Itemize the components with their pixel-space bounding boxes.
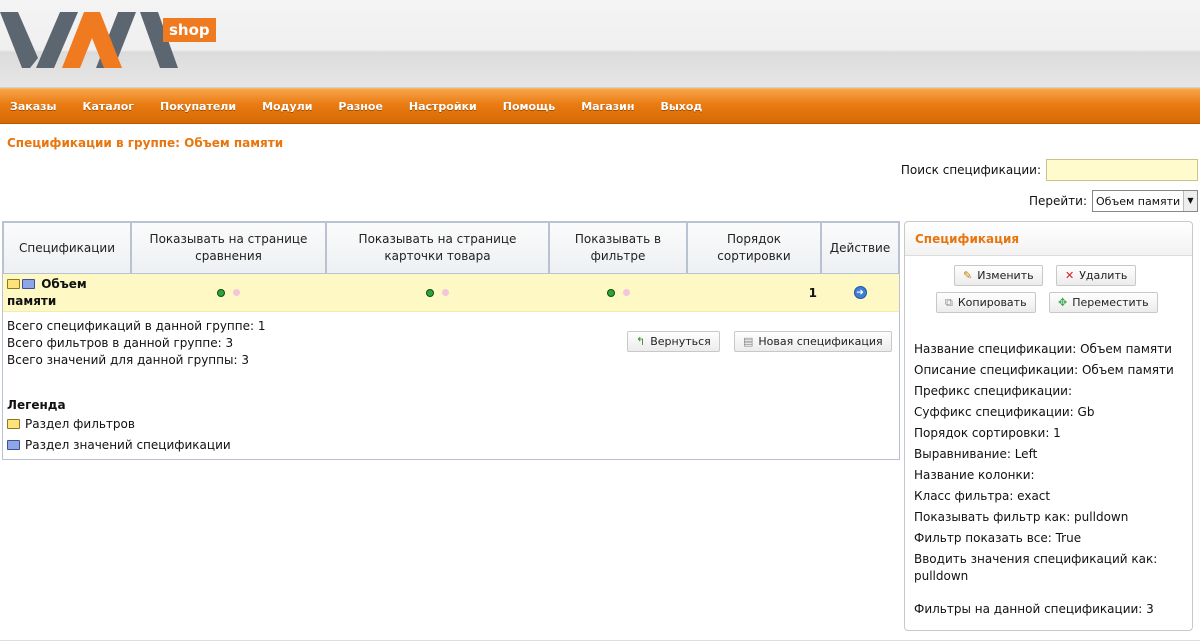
table-row[interactable]: Объем памяти 1 ➜ <box>3 274 899 312</box>
delete-icon: ✕ <box>1065 269 1075 282</box>
delete-button-label: Удалить <box>1079 269 1128 282</box>
back-button-label: Вернуться <box>650 335 711 348</box>
totals: Всего спецификаций в данной группе: 1 Вс… <box>7 318 265 369</box>
legend-item-filters: Раздел фильтров <box>7 417 135 431</box>
return-arrow-icon: ↰ <box>636 335 646 348</box>
nav-misc[interactable]: Разное <box>338 100 383 113</box>
col-sort[interactable]: Порядок сортировки <box>687 222 821 274</box>
edit-button[interactable]: ✎ Изменить <box>954 265 1043 286</box>
move-button-label: Переместить <box>1072 296 1149 309</box>
legend-item-values: Раздел значений спецификации <box>7 438 231 452</box>
detail-suffix: Суффикс спецификации: Gb <box>914 405 1095 419</box>
detail-description: Описание спецификации: Объем памяти <box>914 363 1174 377</box>
specs-table-box: Спецификации Показывать на странице срав… <box>2 221 900 460</box>
col-filter[interactable]: Показывать в фильтре <box>549 222 687 274</box>
folder-icon <box>7 278 20 289</box>
spec-details: Название спецификации: Объем памяти Опис… <box>914 339 1184 585</box>
spec-filters-count: Фильтры на данной спецификации: 3 <box>914 602 1154 616</box>
goto-row: Перейти: Объем памяти ▼ <box>1029 190 1198 212</box>
status-on-icon[interactable] <box>606 288 615 297</box>
document-icon: ▤ <box>743 335 754 348</box>
total-filters: Всего фильтров в данной группе: 3 <box>7 336 234 350</box>
goto-selected-value: Объем памяти <box>1096 194 1181 208</box>
divider <box>0 640 1200 641</box>
table-header: Спецификации Показывать на странице срав… <box>3 222 899 274</box>
detail-filter-class: Класс фильтра: exact <box>914 489 1051 503</box>
status-off-icon[interactable] <box>442 289 449 296</box>
search-input[interactable] <box>1046 159 1198 181</box>
col-product-card[interactable]: Показывать на странице карточки товара <box>326 222 549 274</box>
back-button[interactable]: ↰ Вернуться <box>627 331 720 352</box>
nav-shop[interactable]: Магазин <box>581 100 634 113</box>
folder-blue-icon <box>7 440 20 450</box>
header: shop <box>0 0 1200 88</box>
compare-status[interactable] <box>131 274 326 311</box>
detail-column: Название колонки: <box>914 468 1035 482</box>
detail-input-mode: Вводить значения спецификаций как: pulld… <box>914 552 1158 583</box>
nav-catalog[interactable]: Каталог <box>82 100 134 113</box>
move-button[interactable]: ✥ Переместить <box>1049 292 1158 313</box>
total-specs: Всего спецификаций в данной группе: 1 <box>7 319 266 333</box>
main-nav: Заказы Каталог Покупатели Модули Разное … <box>0 88 1200 124</box>
copy-button[interactable]: ⧉ Копировать <box>936 292 1036 313</box>
copy-icon: ⧉ <box>945 295 953 309</box>
folder-icon <box>7 419 20 429</box>
nav-modules[interactable]: Модули <box>262 100 312 113</box>
delete-button[interactable]: ✕ Удалить <box>1056 265 1137 286</box>
legend-title: Легенда <box>7 398 66 412</box>
goto-select[interactable]: Объем памяти ▼ <box>1092 190 1198 212</box>
spec-name-cell[interactable]: Объем памяти <box>3 274 131 311</box>
status-off-icon[interactable] <box>233 289 240 296</box>
status-on-icon[interactable] <box>426 288 434 297</box>
edit-button-label: Изменить <box>977 269 1034 282</box>
edit-icon: ✎ <box>963 269 973 282</box>
detail-filter-display: Показывать фильтр как: pulldown <box>914 510 1129 524</box>
nav-help[interactable]: Помощь <box>503 100 555 113</box>
info-arrow-icon[interactable]: ➜ <box>853 286 867 299</box>
search-label: Поиск спецификации: <box>900 163 1041 177</box>
new-spec-button-label: Новая спецификация <box>758 335 883 348</box>
nav-customers[interactable]: Покупатели <box>160 100 236 113</box>
action-cell: ➜ <box>821 274 899 311</box>
col-compare[interactable]: Показывать на странице сравнения <box>131 222 326 274</box>
status-on-icon[interactable] <box>217 288 225 297</box>
folder-blue-icon <box>22 278 35 289</box>
spec-panel: Спецификация ✎ Изменить ✕ Удалить ⧉ Копи… <box>904 221 1193 631</box>
detail-align: Выравнивание: Left <box>914 447 1038 461</box>
nav-orders[interactable]: Заказы <box>10 100 56 113</box>
detail-prefix: Префикс спецификации: <box>914 384 1073 398</box>
card-status[interactable] <box>326 274 549 311</box>
chevron-down-icon[interactable]: ▼ <box>1183 191 1197 211</box>
col-action[interactable]: Действие <box>821 222 899 274</box>
copy-button-label: Копировать <box>957 296 1027 309</box>
detail-sort: Порядок сортировки: 1 <box>914 426 1061 440</box>
detail-name: Название спецификации: Объем памяти <box>914 342 1172 356</box>
total-values: Всего значений для данной группы: 3 <box>7 353 249 367</box>
filter-status[interactable] <box>549 274 687 311</box>
goto-label: Перейти: <box>1028 194 1087 208</box>
move-icon: ✥ <box>1058 296 1068 309</box>
sort-order: 1 <box>808 285 817 300</box>
legend-label: Раздел фильтров <box>25 417 135 431</box>
nav-settings[interactable]: Настройки <box>409 100 477 113</box>
new-spec-button[interactable]: ▤ Новая спецификация <box>734 331 892 352</box>
legend-label: Раздел значений спецификации <box>25 438 231 452</box>
spec-panel-title: Спецификация <box>905 222 1192 256</box>
col-specs[interactable]: Спецификации <box>3 222 131 274</box>
status-off-icon[interactable] <box>622 289 630 296</box>
search-row: Поиск спецификации: <box>901 159 1198 181</box>
shop-badge: shop <box>163 18 216 42</box>
nav-logout[interactable]: Выход <box>660 100 702 113</box>
detail-filter-show-all: Фильтр показать все: True <box>914 531 1082 545</box>
page-title: Спецификации в группе: Объем памяти <box>7 136 284 150</box>
